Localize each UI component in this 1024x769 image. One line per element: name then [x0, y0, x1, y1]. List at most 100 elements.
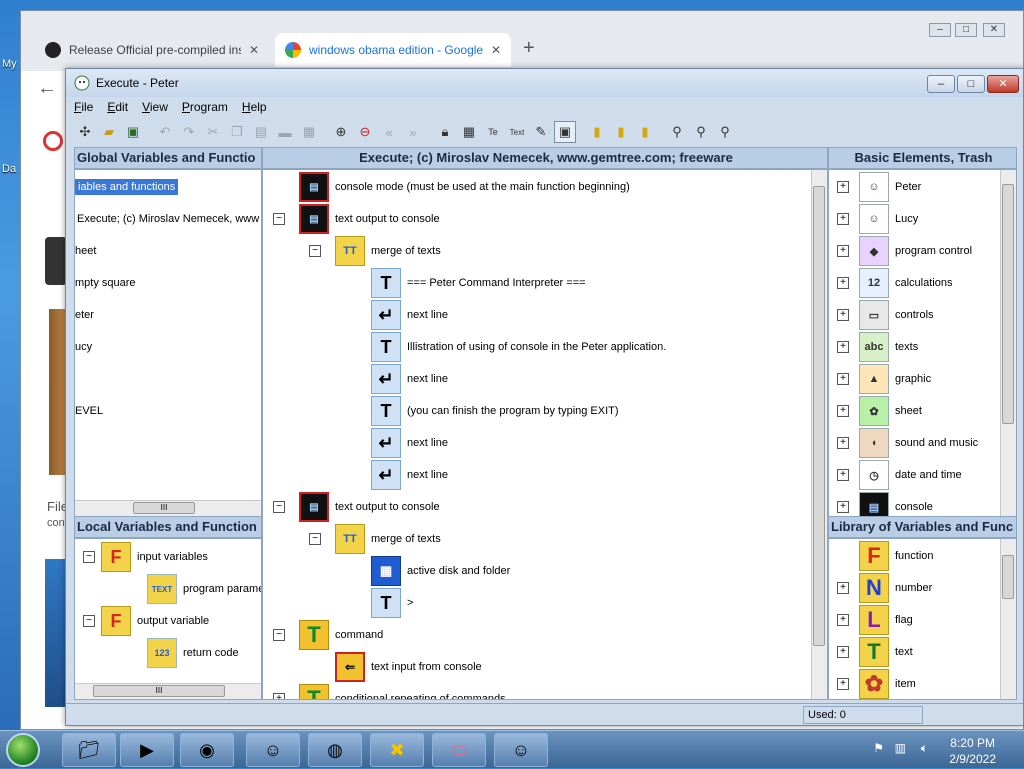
image-thumbnail[interactable]: [45, 559, 67, 707]
peter-taskbar-icon[interactable]: ☺: [494, 733, 548, 767]
text-tool-icon[interactable]: Te: [482, 121, 504, 143]
expand-toggle[interactable]: +: [837, 213, 849, 225]
collapse-icon[interactable]: «: [378, 121, 400, 143]
clock[interactable]: 8:20 PM 2/9/2022: [949, 735, 996, 767]
menu-help[interactable]: Help: [242, 100, 267, 114]
program-node[interactable]: T === Peter Command Interpreter ===: [263, 267, 803, 299]
volume-icon[interactable]: 🔈︎: [921, 741, 928, 756]
program-node[interactable]: ▤ console mode (must be used at the main …: [263, 171, 803, 203]
chrome-taskbar-icon[interactable]: ◉: [180, 733, 234, 767]
close-tab-icon[interactable]: ✕: [249, 43, 259, 57]
element-item[interactable]: + ▭ controls: [837, 299, 934, 331]
program-node[interactable]: − TT merge of texts: [263, 523, 803, 555]
tree-item[interactable]: − F input variables: [83, 541, 208, 573]
horizontal-scrollbar[interactable]: III: [75, 500, 261, 516]
program-node[interactable]: ↵ next line: [263, 363, 803, 395]
text-box-icon[interactable]: Text: [506, 121, 528, 143]
expand-toggle[interactable]: +: [837, 373, 849, 385]
expand-icon[interactable]: »: [402, 121, 424, 143]
expand-toggle[interactable]: +: [837, 181, 849, 193]
vertical-scrollbar[interactable]: [1000, 539, 1016, 699]
zoom-in-icon[interactable]: ⊕: [330, 121, 352, 143]
menu-file[interactable]: File: [74, 100, 93, 114]
bookmark-next-icon[interactable]: ▮: [634, 121, 656, 143]
collapse-toggle[interactable]: −: [309, 245, 321, 257]
minimize-icon[interactable]: –: [929, 23, 951, 37]
program-node[interactable]: − ▤ text output to console: [263, 203, 803, 235]
bookmark-icon[interactable]: ▮: [586, 121, 608, 143]
expand-toggle[interactable]: +: [837, 501, 849, 513]
program-node[interactable]: T >: [263, 587, 803, 619]
collapse-toggle[interactable]: −: [83, 551, 95, 563]
element-item[interactable]: + ▤ console: [837, 491, 933, 516]
expand-toggle[interactable]: +: [837, 469, 849, 481]
scroll-thumb[interactable]: [1002, 184, 1014, 424]
flag-icon[interactable]: ⚑: [873, 741, 884, 755]
close-tab-icon[interactable]: ✕: [491, 43, 501, 57]
program-node[interactable]: ↵ next line: [263, 427, 803, 459]
program-node[interactable]: − ▤ text output to console: [263, 491, 803, 523]
expand-toggle[interactable]: +: [837, 437, 849, 449]
expand-toggle[interactable]: +: [837, 341, 849, 353]
network-icon[interactable]: ▥: [895, 741, 906, 755]
browser-tab-active[interactable]: windows obama edition - Google ✕: [275, 33, 511, 67]
cut-icon[interactable]: ✂: [202, 121, 224, 143]
media-player-taskbar-icon[interactable]: ▶: [120, 733, 174, 767]
program-node[interactable]: ↵ next line: [263, 459, 803, 491]
menu-edit[interactable]: Edit: [107, 100, 128, 114]
bookmark-prev-icon[interactable]: ▮: [610, 121, 632, 143]
horizontal-scrollbar[interactable]: III: [75, 683, 261, 699]
element-item[interactable]: + ☺ Peter: [837, 171, 921, 203]
tree-item[interactable]: iables and functions: [75, 171, 179, 203]
program-node[interactable]: − TT merge of texts: [263, 235, 803, 267]
save-icon[interactable]: ▣: [122, 121, 144, 143]
find-prev-icon[interactable]: ⚲: [690, 121, 712, 143]
maximize-icon[interactable]: □: [955, 23, 977, 37]
peter-taskbar-icon[interactable]: ☺: [246, 733, 300, 767]
collapse-toggle[interactable]: −: [273, 501, 285, 513]
redo-icon[interactable]: ↷: [178, 121, 200, 143]
delete-icon[interactable]: ▬: [274, 121, 296, 143]
library-item[interactable]: + Nnumber: [837, 572, 932, 604]
program-node[interactable]: ⇐ text input from console: [263, 651, 803, 683]
desktop-label[interactable]: My: [2, 58, 17, 70]
new-tab-button[interactable]: +: [523, 37, 535, 60]
app-taskbar-icon[interactable]: ⬭: [432, 733, 486, 767]
expand-toggle[interactable]: +: [837, 245, 849, 257]
grid-icon[interactable]: ▦: [458, 121, 480, 143]
element-item[interactable]: + ☺ Lucy: [837, 203, 918, 235]
back-button[interactable]: ←: [37, 77, 57, 100]
element-item[interactable]: + ◷ date and time: [837, 459, 962, 491]
desktop-label[interactable]: Da: [2, 163, 16, 175]
scroll-thumb[interactable]: III: [93, 685, 225, 697]
tree-item[interactable]: 123 return code: [147, 637, 239, 669]
expand-toggle[interactable]: +: [837, 309, 849, 321]
vertical-scrollbar[interactable]: [1000, 170, 1016, 516]
find-icon[interactable]: ⚲: [666, 121, 688, 143]
library-item[interactable]: +Ffunction: [837, 540, 934, 572]
close-button[interactable]: ✕: [987, 75, 1019, 93]
undo-icon[interactable]: ↶: [154, 121, 176, 143]
tree-item[interactable]: ucy: [75, 331, 92, 363]
element-item[interactable]: + ▲ graphic: [837, 363, 931, 395]
element-item[interactable]: + abc texts: [837, 331, 918, 363]
element-item[interactable]: +12 calculations: [837, 267, 952, 299]
start-button[interactable]: [6, 733, 40, 767]
browser-tab[interactable]: Release Official pre-compiled ins ✕: [35, 33, 269, 67]
program-node[interactable]: T (you can finish the program by typing E…: [263, 395, 803, 427]
element-item[interactable]: + ◖ sound and music: [837, 427, 978, 459]
expand-toggle[interactable]: +: [273, 693, 285, 699]
lock-icon[interactable]: 🔒︎: [434, 121, 456, 143]
program-node[interactable]: ▦ active disk and folder: [263, 555, 803, 587]
vertical-scrollbar[interactable]: [811, 170, 827, 699]
expand-toggle[interactable]: +: [837, 614, 849, 626]
collapse-toggle[interactable]: −: [309, 533, 321, 545]
menu-view[interactable]: View: [142, 100, 168, 114]
image-thumbnail[interactable]: [45, 237, 67, 285]
program-node[interactable]: ↵ next line: [263, 299, 803, 331]
select-all-icon[interactable]: ▦: [298, 121, 320, 143]
program-node[interactable]: + Tconditional repeating of commands: [263, 683, 803, 699]
tree-item[interactable]: eter: [75, 299, 94, 331]
element-item[interactable]: + ◆ program control: [837, 235, 972, 267]
minimize-button[interactable]: –: [927, 75, 955, 93]
